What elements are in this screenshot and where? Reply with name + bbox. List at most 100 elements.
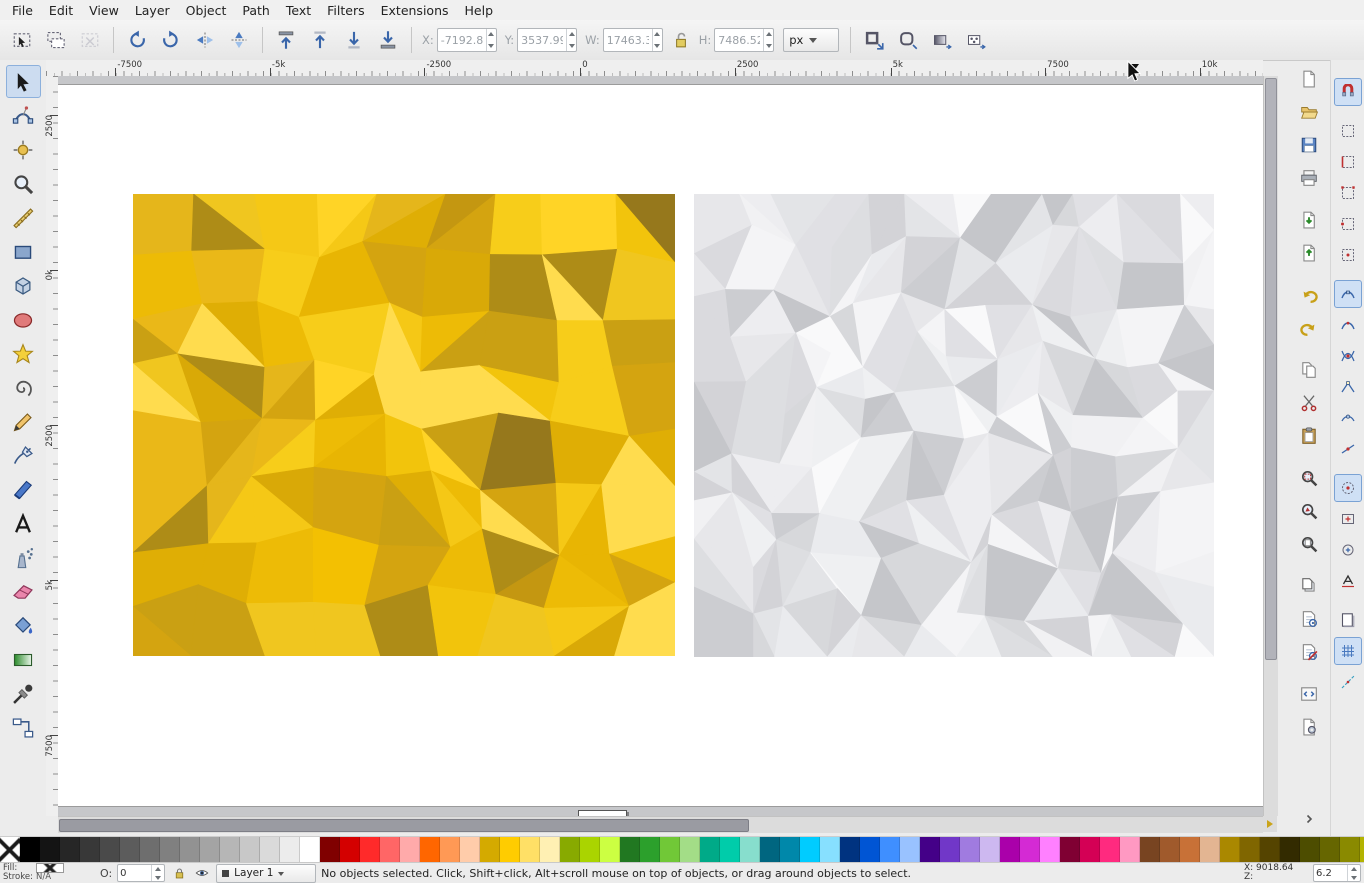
snap-grids-button[interactable] xyxy=(1334,637,1362,665)
palette-swatch[interactable] xyxy=(320,837,340,863)
horizontal-scrollbar-thumb[interactable] xyxy=(59,819,749,832)
x-entry[interactable] xyxy=(437,28,497,52)
palette-swatch[interactable] xyxy=(1020,837,1040,863)
zoom-field[interactable] xyxy=(1313,864,1361,882)
tool-tweak[interactable] xyxy=(6,133,41,166)
menu-view[interactable]: View xyxy=(81,1,127,20)
palette-swatch[interactable] xyxy=(660,837,680,863)
tool-node[interactable] xyxy=(6,99,41,132)
import-bitmap-button[interactable] xyxy=(1294,205,1324,235)
menu-filters[interactable]: Filters xyxy=(319,1,372,20)
palette-swatch[interactable] xyxy=(560,837,580,863)
tool-selector[interactable] xyxy=(6,65,41,98)
palette-swatch[interactable] xyxy=(900,837,920,863)
tool-spray[interactable] xyxy=(6,541,41,574)
palette-swatch[interactable] xyxy=(200,837,220,863)
snap-bounding-box-button[interactable] xyxy=(1334,117,1362,145)
palette-swatch[interactable] xyxy=(1180,837,1200,863)
palette-swatch[interactable] xyxy=(480,837,500,863)
palette-swatch[interactable] xyxy=(520,837,540,863)
palette-swatch[interactable] xyxy=(340,837,360,863)
palette-none-swatch[interactable] xyxy=(0,837,20,863)
spin-buttons[interactable] xyxy=(486,29,496,51)
palette-swatch[interactable] xyxy=(120,837,140,863)
palette-swatch[interactable] xyxy=(580,837,600,863)
palette-swatch[interactable] xyxy=(420,837,440,863)
create-clone-button[interactable] xyxy=(1294,604,1324,634)
tool-ellipse[interactable] xyxy=(6,303,41,336)
palette-swatch[interactable] xyxy=(960,837,980,863)
snap-bbox-centers-button[interactable] xyxy=(1334,241,1362,269)
snap-path-intersections-button[interactable] xyxy=(1334,342,1362,370)
palette-swatch[interactable] xyxy=(800,837,820,863)
palette-swatch[interactable] xyxy=(1240,837,1260,863)
palette-swatch[interactable] xyxy=(860,837,880,863)
y-entry[interactable] xyxy=(517,28,577,52)
palette-swatch[interactable] xyxy=(260,837,280,863)
rotate-cw-button[interactable] xyxy=(155,24,187,56)
palette-swatch[interactable] xyxy=(1360,837,1364,863)
palette-swatch[interactable] xyxy=(1280,837,1300,863)
tool-calligraphy[interactable] xyxy=(6,473,41,506)
w-input[interactable] xyxy=(604,34,652,47)
palette-swatch[interactable] xyxy=(540,837,560,863)
menu-edit[interactable]: Edit xyxy=(41,1,81,20)
layer-lock-toggle[interactable] xyxy=(170,865,188,881)
palette-swatch[interactable] xyxy=(1000,837,1020,863)
snap-paths-button[interactable] xyxy=(1334,311,1362,339)
palette-swatch[interactable] xyxy=(100,837,120,863)
select-all-layers-button[interactable] xyxy=(40,24,72,56)
snap-bbox-edge-midpoints-button[interactable] xyxy=(1334,210,1362,238)
snap-others-button[interactable] xyxy=(1334,474,1362,502)
spin-buttons[interactable] xyxy=(652,29,662,51)
zoom-page-button[interactable] xyxy=(1294,529,1324,559)
palette-swatch[interactable] xyxy=(620,837,640,863)
snap-object-centers-button[interactable] xyxy=(1334,505,1362,533)
palette-swatch[interactable] xyxy=(1040,837,1060,863)
vertical-scrollbar-thumb[interactable] xyxy=(1265,78,1277,660)
scroll-corner-button[interactable] xyxy=(1263,816,1277,832)
palette-swatch[interactable] xyxy=(780,837,800,863)
snap-bbox-corners-button[interactable] xyxy=(1334,179,1362,207)
palette-swatch[interactable] xyxy=(1100,837,1120,863)
palette-swatch[interactable] xyxy=(720,837,740,863)
snap-enable-button[interactable] xyxy=(1334,78,1362,106)
tool-star[interactable] xyxy=(6,337,41,370)
palette-swatch[interactable] xyxy=(40,837,60,863)
palette-swatch[interactable] xyxy=(440,837,460,863)
tool-text[interactable] xyxy=(6,507,41,540)
palette-swatch[interactable] xyxy=(1200,837,1220,863)
cut-button[interactable] xyxy=(1294,388,1324,418)
paste-button[interactable] xyxy=(1294,421,1324,451)
duplicate-button[interactable] xyxy=(1294,571,1324,601)
palette-swatch[interactable] xyxy=(840,837,860,863)
print-document-button[interactable] xyxy=(1294,163,1324,193)
tool-zoom[interactable] xyxy=(6,167,41,200)
zoom-selection-button[interactable] xyxy=(1294,463,1324,493)
flip-horizontal-button[interactable] xyxy=(189,24,221,56)
palette-swatch[interactable] xyxy=(1320,837,1340,863)
save-document-button[interactable] xyxy=(1294,130,1324,160)
opacity-field[interactable] xyxy=(117,864,165,882)
palette-swatch[interactable] xyxy=(300,837,320,863)
palette-swatch[interactable] xyxy=(400,837,420,863)
snap-line-midpoints-button[interactable] xyxy=(1334,435,1362,463)
palette-swatch[interactable] xyxy=(240,837,260,863)
palette-swatch[interactable] xyxy=(220,837,240,863)
y-input[interactable] xyxy=(518,34,566,47)
h-entry[interactable] xyxy=(714,28,774,52)
layer-visibility-toggle[interactable] xyxy=(193,865,211,881)
h-input[interactable] xyxy=(715,34,763,47)
snap-guides-button[interactable] xyxy=(1334,668,1362,696)
palette-swatch[interactable] xyxy=(880,837,900,863)
snap-cusp-nodes-button[interactable] xyxy=(1334,373,1362,401)
tool-rectangle[interactable] xyxy=(6,235,41,268)
palette-swatch[interactable] xyxy=(1300,837,1320,863)
palette-swatch[interactable] xyxy=(920,837,940,863)
tool-paint-bucket[interactable] xyxy=(6,609,41,642)
palette-swatch[interactable] xyxy=(1120,837,1140,863)
snap-bbox-edges-button[interactable] xyxy=(1334,148,1362,176)
palette-swatch[interactable] xyxy=(700,837,720,863)
tool-pencil[interactable] xyxy=(6,405,41,438)
tool-pen[interactable] xyxy=(6,439,41,472)
